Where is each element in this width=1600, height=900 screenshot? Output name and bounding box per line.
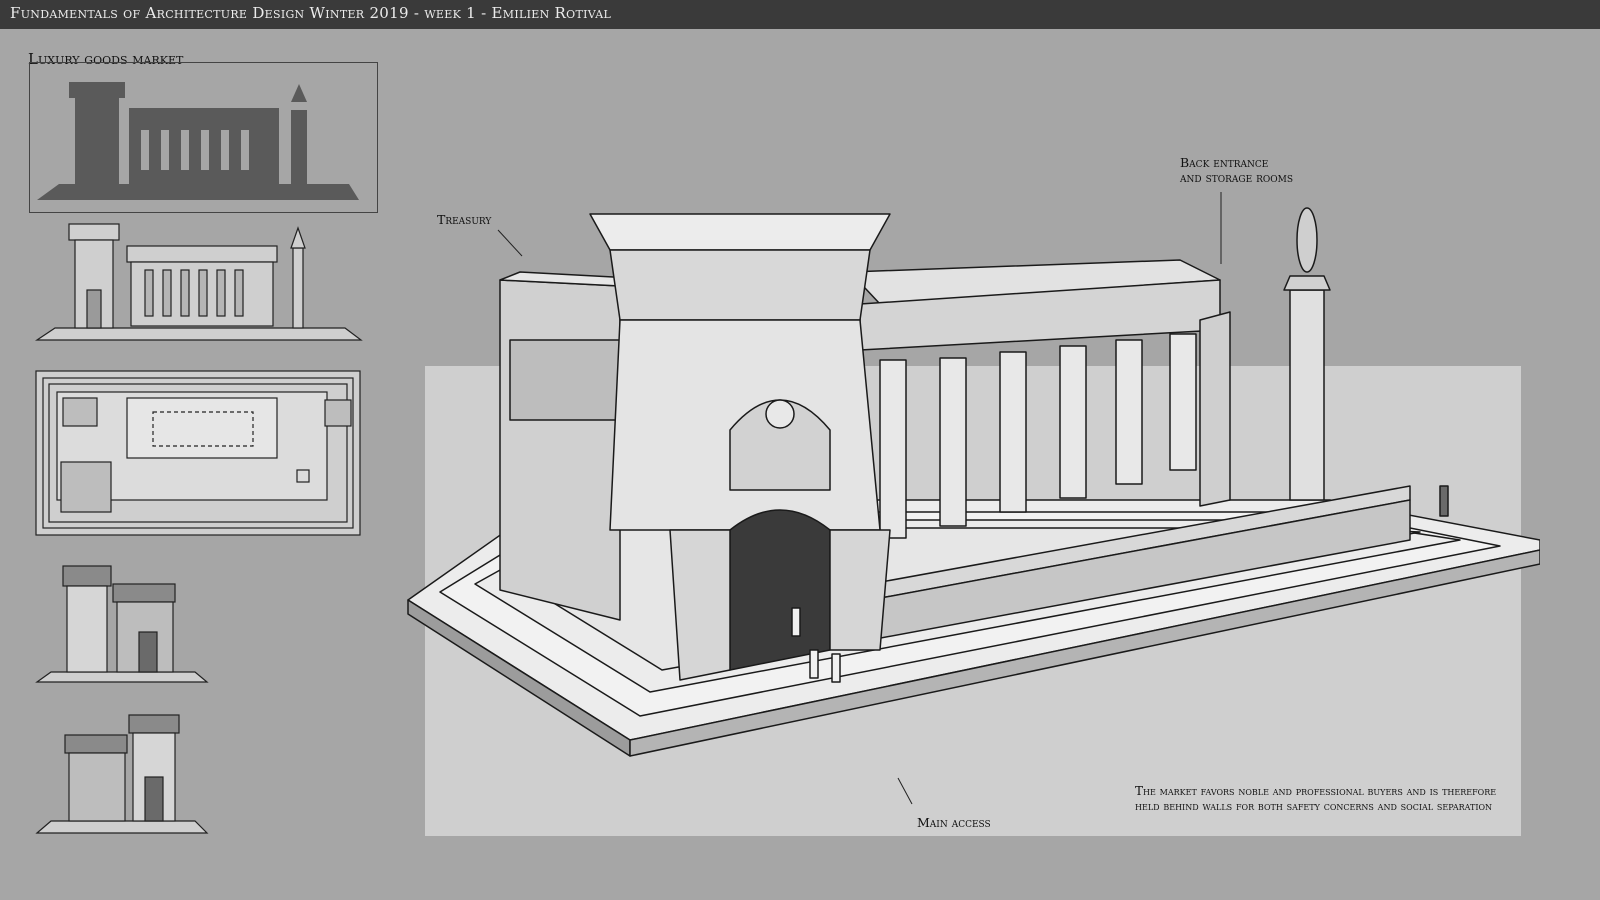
back-entrance-line1: Back entrance <box>1180 155 1269 170</box>
back-entrance-label: Back entrance and storage rooms <box>1180 155 1293 185</box>
treasury-leader <box>497 229 523 257</box>
page-title: Fundamentals of Architecture Design Wint… <box>10 4 612 22</box>
treasury-label: Treasury <box>437 212 492 227</box>
thumbnail-plan <box>35 370 361 536</box>
title-bar: Fundamentals of Architecture Design Wint… <box>0 0 1600 29</box>
main-access-label: Main access <box>917 815 991 830</box>
back-entrance-leader <box>1220 192 1222 264</box>
thumbnail-variant-a <box>35 562 210 686</box>
main-access-leader <box>897 777 913 805</box>
thumbnail-variant-b <box>35 713 210 837</box>
thumbnail-elevation <box>35 222 365 344</box>
temple-illustration <box>400 200 1541 764</box>
back-entrance-line2: and storage rooms <box>1180 170 1294 185</box>
market-note: The market favors noble and professional… <box>1135 784 1497 813</box>
thumbnail-silhouette <box>29 62 379 214</box>
